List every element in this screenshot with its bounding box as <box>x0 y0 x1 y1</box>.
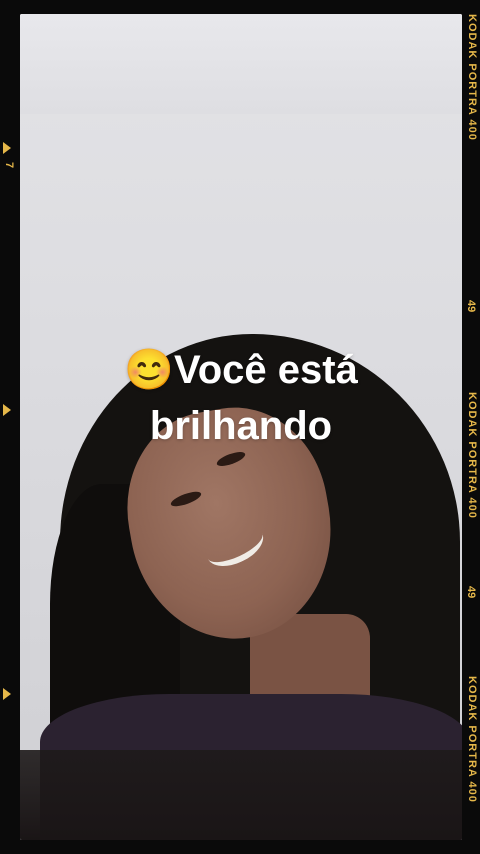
film-brand-label: KODAK PORTRA 400 <box>466 676 478 803</box>
film-arrow-icon <box>3 688 11 700</box>
bottom-shadow <box>20 750 462 840</box>
film-brand-label: KODAK PORTRA 400 <box>466 392 478 519</box>
smile-emoji-icon: 😊 <box>124 348 174 392</box>
film-frame-number: 49 <box>465 586 477 599</box>
film-arrow-icon <box>3 142 11 154</box>
film-arrow-icon <box>3 404 11 416</box>
film-brand-label: KODAK PORTRA 400 <box>466 14 478 141</box>
caption-line-1: Você está <box>174 348 358 392</box>
film-frame-number: 49 <box>465 300 477 313</box>
caption-line-2: brilhando <box>149 404 333 448</box>
caption-text: 😊Você está brilhando <box>20 342 462 454</box>
film-left-number: 7 <box>3 162 15 169</box>
wall-shade <box>20 14 462 114</box>
photo: 😊Você está brilhando <box>20 14 462 840</box>
